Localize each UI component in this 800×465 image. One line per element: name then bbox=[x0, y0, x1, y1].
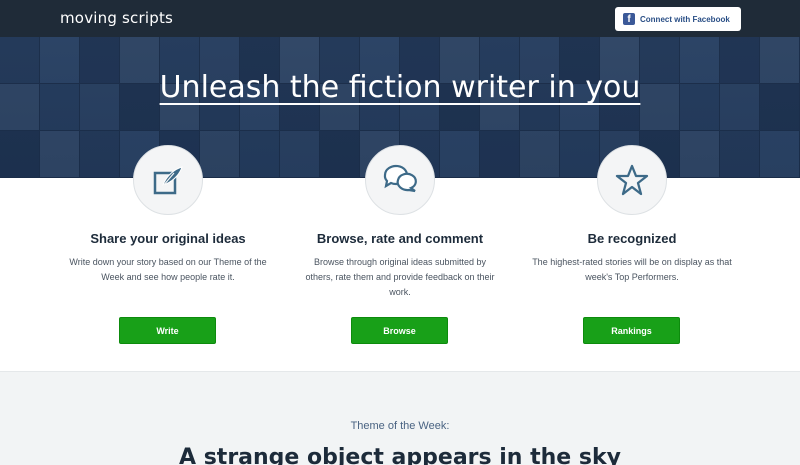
theme-label: Theme of the Week: bbox=[350, 420, 450, 432]
connect-facebook-button[interactable]: f Connect with Facebook bbox=[615, 7, 741, 31]
rankings-button[interactable]: Rankings bbox=[583, 317, 680, 344]
theme-of-week-section: Theme of the Week: A strange object appe… bbox=[0, 371, 800, 465]
connect-facebook-label: Connect with Facebook bbox=[640, 14, 730, 24]
feature-title: Share your original ideas bbox=[90, 231, 246, 246]
quill-icon bbox=[133, 145, 203, 215]
theme-title: A strange object appears in the sky bbox=[179, 445, 621, 465]
feature-description: Browse through original ideas submitted … bbox=[305, 257, 495, 297]
chat-bubbles-icon bbox=[365, 145, 435, 215]
star-icon bbox=[597, 145, 667, 215]
browse-button[interactable]: Browse bbox=[351, 317, 448, 344]
hero-title: Unleash the fiction writer in you bbox=[159, 70, 641, 105]
site-logo[interactable]: moving scripts bbox=[60, 9, 173, 27]
top-nav-bar: moving scripts f Connect with Facebook bbox=[0, 0, 800, 37]
feature-description: Write down your story based on our Theme… bbox=[69, 257, 267, 282]
facebook-icon: f bbox=[623, 13, 635, 25]
feature-title: Be recognized bbox=[587, 231, 677, 246]
features-section: Share your original ideas Write down you… bbox=[0, 145, 800, 371]
feature-title: Browse, rate and comment bbox=[316, 231, 484, 246]
feature-description: The highest-rated stories will be on dis… bbox=[532, 257, 732, 282]
write-button[interactable]: Write bbox=[119, 317, 216, 344]
